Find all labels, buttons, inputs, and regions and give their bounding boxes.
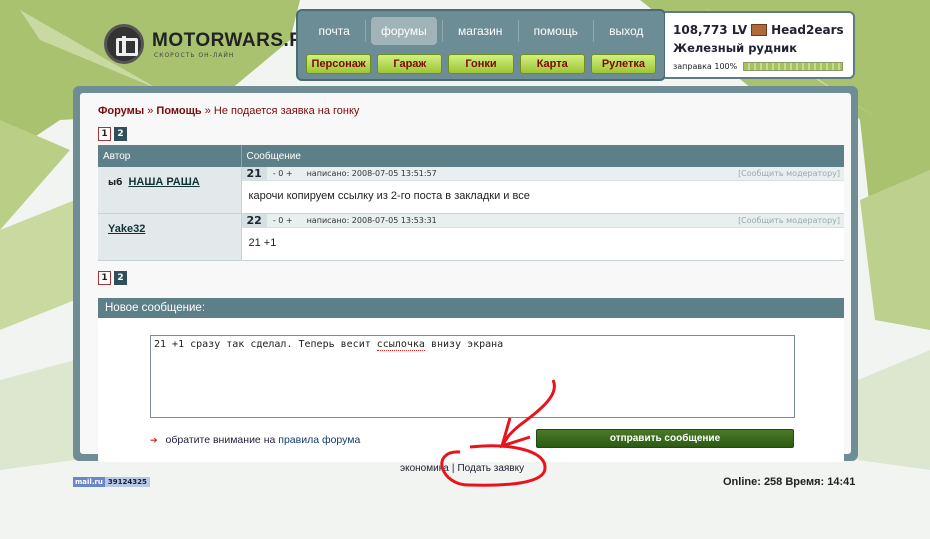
nav-shop[interactable]: магазин: [448, 17, 512, 45]
user-name[interactable]: Head2ears: [771, 23, 844, 37]
nav-divider: [441, 20, 443, 42]
page-2-link[interactable]: 2: [114, 271, 127, 285]
post-body: 21 +1: [248, 237, 277, 249]
post-timestamp: написано: 2008-07-05 13:51:57: [306, 169, 437, 178]
page-1-link[interactable]: 1: [98, 127, 111, 141]
breadcrumb-separator: »: [144, 105, 157, 117]
footer-submit-request-link[interactable]: Подать заявку: [457, 463, 524, 474]
subnav-map-button[interactable]: Карта: [519, 54, 585, 74]
report-moderator-link[interactable]: [Сообщить модератору]: [738, 169, 840, 178]
forum-rules-note: ➔ обратите внимание на правила форума: [150, 434, 360, 446]
post-rating[interactable]: - 0 +: [273, 169, 293, 178]
author-clan-tag: ыб: [108, 178, 123, 188]
post-body: карочи копируем ссылку из 2-го поста в з…: [248, 190, 530, 202]
subnav-character-button[interactable]: Персонаж: [306, 54, 372, 74]
footer-separator: |: [451, 463, 455, 474]
arrow-right-icon: ➔: [150, 435, 158, 445]
logo-title: MOTORWARS.RU: [152, 29, 318, 51]
new-message-form: 21 +1 сразу так сделал. Теперь весит ссы…: [98, 318, 844, 462]
counter-value: 39124325: [104, 477, 150, 487]
column-header-author: Автор: [98, 145, 242, 167]
new-message-title: Новое сообщение:: [98, 298, 844, 318]
user-location: Железный рудник: [673, 41, 798, 55]
subnav-roulette-button[interactable]: Рулетка: [590, 54, 657, 74]
post-rating[interactable]: - 0 +: [273, 216, 293, 225]
table-row: ыб НАША РАША 21 - 0 + написано: 2008-07-0…: [98, 166, 844, 214]
logo-emblem-icon: [104, 24, 144, 64]
counter-logo: mail.ru: [73, 477, 105, 487]
forum-rules-link[interactable]: правила форума: [278, 434, 360, 446]
send-message-button[interactable]: отправить сообщение: [536, 429, 794, 448]
logo-subtitle: СКОРОСТЬ ОН-ЛАЙН: [154, 51, 235, 59]
fuel-label: заправка 100%: [673, 62, 738, 71]
user-money: 108,773 LV: [673, 23, 748, 37]
nav-help[interactable]: помощь: [524, 17, 588, 45]
user-info-panel: 108,773 LV Head2ears Железный рудник зап…: [665, 11, 855, 79]
posts-table: Автор Сообщение ыб НАША РАША 21 - 0 + нап…: [98, 145, 844, 261]
rules-prefix: обратите внимание на: [165, 434, 276, 446]
breadcrumb-help-link[interactable]: Помощь: [156, 105, 201, 117]
forum-panel: Форумы » Помощь » Не подается заявка на …: [73, 86, 858, 462]
post-header: 21 - 0 + написано: 2008-07-05 13:51:57 […: [241, 166, 844, 181]
online-status: Online: 258 Время: 14:41: [723, 476, 856, 488]
breadcrumb: Форумы » Помощь » Не подается заявка на …: [98, 105, 835, 117]
message-text: внизу экрана: [424, 339, 504, 350]
author-name-link[interactable]: НАША РАША: [128, 176, 199, 188]
message-textarea[interactable]: 21 +1 сразу так сделал. Теперь весит ссы…: [150, 335, 795, 418]
post-author-cell: Yake32: [98, 213, 242, 261]
footer-links: экономика | Подать заявку: [400, 463, 524, 474]
user-avatar[interactable]: [751, 24, 768, 36]
column-header-message: Сообщение: [241, 145, 844, 167]
post-message-cell: 22 - 0 + написано: 2008-07-05 13:53:31 […: [241, 213, 844, 261]
main-navigation: почта форумы магазин помощь выход Персон…: [296, 9, 666, 81]
report-moderator-link[interactable]: [Сообщить модератору]: [738, 216, 840, 225]
author-name-link[interactable]: Yake32: [108, 223, 145, 235]
nav-forums[interactable]: форумы: [370, 17, 437, 45]
nav-mail[interactable]: почта: [309, 17, 360, 45]
table-row: Yake32 22 - 0 + написано: 2008-07-05 13:…: [98, 213, 844, 261]
page-2-link[interactable]: 2: [114, 127, 127, 141]
post-header: 22 - 0 + написано: 2008-07-05 13:53:31 […: [241, 213, 844, 228]
pager-bottom: 1 2: [98, 271, 835, 285]
post-number[interactable]: 21: [241, 166, 267, 181]
site-logo[interactable]: MOTORWARS.RU СКОРОСТЬ ОН-ЛАЙН: [104, 23, 318, 65]
nav-logout[interactable]: выход: [599, 17, 653, 45]
page-1-link[interactable]: 1: [98, 271, 111, 285]
breadcrumb-forums-link[interactable]: Форумы: [98, 105, 144, 117]
post-message-cell: 21 - 0 + написано: 2008-07-05 13:51:57 […: [241, 166, 844, 214]
footer-economy-link[interactable]: экономика: [400, 463, 449, 474]
sub-nav: Персонаж Гараж Гонки Карта Рулетка: [298, 51, 664, 74]
post-author-cell: ыб НАША РАША: [98, 167, 242, 214]
nav-divider: [593, 20, 594, 42]
fuel-bar-fill: [744, 63, 843, 70]
pager-top: 1 2: [98, 127, 835, 141]
fuel-indicator: заправка 100%: [673, 62, 845, 71]
post-timestamp: написано: 2008-07-05 13:53:31: [306, 216, 437, 225]
post-number[interactable]: 22: [241, 213, 267, 228]
message-text: 21 +1 сразу так сделал. Теперь весит: [154, 339, 377, 350]
breadcrumb-current: Не подается заявка на гонку: [213, 105, 360, 117]
misspelled-word: ссылочка: [376, 339, 425, 351]
nav-divider: [517, 20, 519, 42]
mailru-counter-badge[interactable]: mail.ru 39124325: [73, 477, 150, 487]
nav-divider: [364, 20, 366, 42]
top-nav: почта форумы магазин помощь выход: [298, 11, 664, 51]
breadcrumb-separator: »: [201, 105, 214, 117]
fuel-bar: [743, 62, 844, 71]
subnav-races-button[interactable]: Гонки: [448, 54, 514, 74]
subnav-garage-button[interactable]: Гараж: [377, 54, 443, 74]
